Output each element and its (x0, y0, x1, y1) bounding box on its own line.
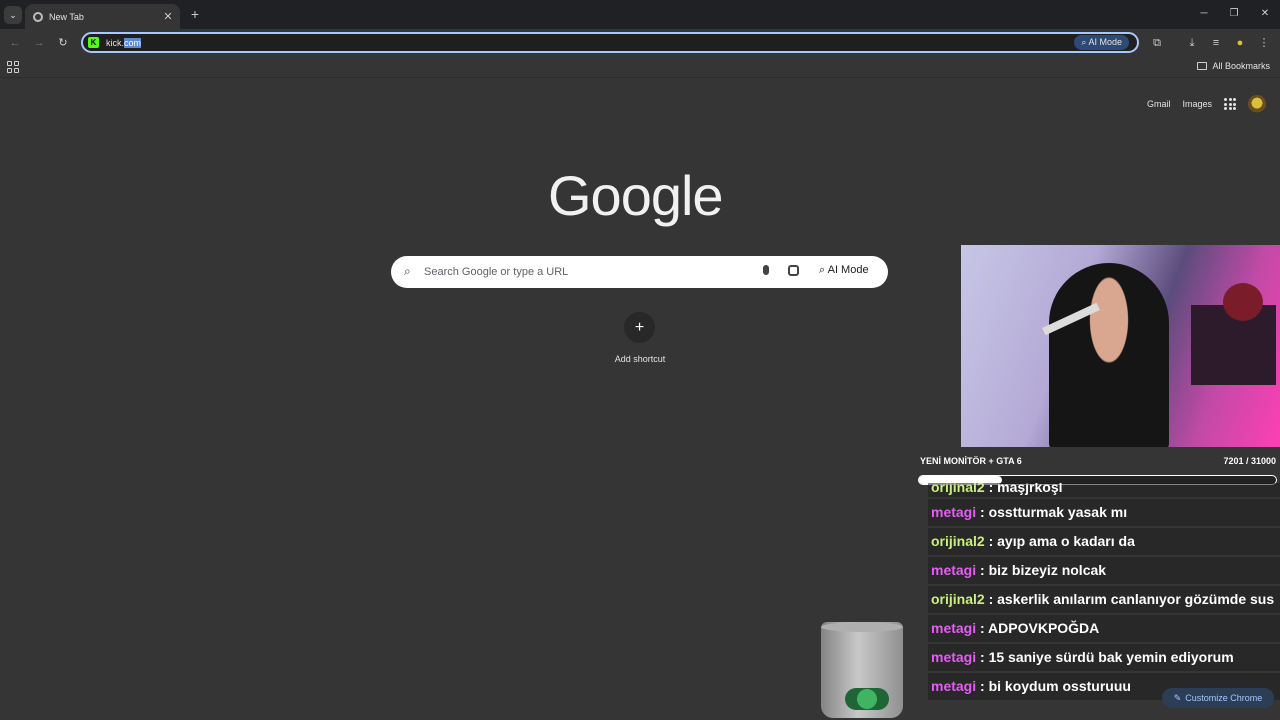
goal-title: YENİ MONİTÖR + GTA 6 (920, 456, 1022, 466)
bookmarks-bar: All Bookmarks (0, 57, 1280, 78)
chat-text: ayıp ama o kadarı da (997, 533, 1135, 549)
chat-username: metagi (931, 678, 977, 694)
webcam-feed (961, 245, 1280, 447)
restore-icon[interactable]: ❐ (1224, 6, 1244, 22)
chat-text: ADPOVKPOĞDA (988, 620, 1100, 636)
chat-username: metagi (931, 562, 977, 578)
chat-overlay: orijinal2 : maşjrkoşl metagi : osstturmak… (928, 483, 1280, 720)
kick-site-icon: K (88, 37, 99, 48)
chat-text: 15 saniye sürdü bak yemin ediyorum (988, 649, 1234, 665)
chat-username: orijinal2 (931, 533, 985, 549)
chat-message: metagi : ADPOVKPOĞDA (928, 615, 1280, 642)
voice-search-mic-icon[interactable] (763, 265, 769, 275)
chat-message: metagi : 15 saniye sürdü bak yemin ediyo… (928, 644, 1280, 671)
chat-text: biz bizeyiz nolcak (988, 562, 1107, 578)
chrome-favicon-icon (33, 11, 43, 22)
chat-username: metagi (931, 504, 977, 520)
forward-arrow-icon[interactable]: → (31, 35, 47, 51)
toolbar: ← → ↻ K kick.com ⌕ AI Mode ⧉ ⤓ ≡ ● ⋮ (0, 29, 1280, 57)
profile-avatar-icon[interactable]: ● (1232, 35, 1248, 51)
url-text[interactable]: kick.com (106, 37, 142, 49)
back-arrow-icon[interactable]: ← (7, 35, 23, 51)
ntp-search-box[interactable]: ⌕ Search Google or type a URL ⌕ AI Mode (391, 256, 888, 288)
add-shortcut-button[interactable]: + (624, 312, 655, 343)
google-logo: Google (548, 164, 724, 227)
account-avatar[interactable] (1248, 95, 1266, 113)
goal-count: 7201 / 31000 (1223, 456, 1276, 466)
search-icon: ⌕ (404, 264, 411, 278)
chat-message: metagi : osstturmak yasak mı (928, 499, 1280, 526)
chat-username: orijinal2 (931, 483, 985, 495)
address-bar[interactable]: K kick.com ⌕ AI Mode (81, 32, 1139, 53)
reload-icon[interactable]: ↻ (55, 35, 71, 51)
gmail-link[interactable]: Gmail (1147, 99, 1171, 109)
all-bookmarks-button[interactable]: All Bookmarks (1197, 61, 1270, 71)
chat-message: orijinal2 : askerlik anılarım canlanıyor… (928, 586, 1280, 613)
omnibox-ai-mode-button[interactable]: ⌕ AI Mode (1074, 35, 1129, 50)
chat-message: orijinal2 : ayıp ama o kadarı da (928, 528, 1280, 555)
tab-close-icon[interactable]: ✕ (161, 10, 175, 23)
chat-message: metagi : biz bizeyiz nolcak (928, 557, 1280, 584)
chat-message: orijinal2 : maşjrkoşl (928, 483, 1280, 497)
chat-text: osstturmak yasak mı (988, 504, 1128, 520)
chat-username: orijinal2 (931, 591, 985, 607)
more-menu-icon[interactable]: ⋮ (1256, 35, 1272, 51)
ntp-top-links: Gmail Images (1147, 95, 1266, 113)
media-queue-icon[interactable]: ≡ (1208, 35, 1224, 51)
chat-username: metagi (931, 649, 977, 665)
new-tab-plus-icon[interactable]: + (188, 6, 202, 22)
chat-text: bi koydum ossturuuu (988, 678, 1131, 694)
screen: ⌄ New Tab ✕ + ─ ❐ ✕ ← → ↻ K kick.com ⌕ A… (0, 0, 1280, 720)
google-apps-icon[interactable] (1224, 98, 1236, 110)
window-close-icon[interactable]: ✕ (1255, 6, 1275, 22)
tip-cup-image (821, 622, 903, 718)
apps-grid-icon[interactable] (7, 61, 19, 73)
tab-strip: ⌄ New Tab ✕ + ─ ❐ ✕ (0, 0, 1280, 29)
add-shortcut-label: Add shortcut (614, 354, 666, 364)
images-link[interactable]: Images (1182, 99, 1212, 109)
minimize-icon[interactable]: ─ (1194, 6, 1214, 22)
tab-search-chevron-icon[interactable]: ⌄ (4, 6, 22, 24)
chat-text: maşjrkoşl (997, 483, 1063, 495)
tab-new-tab[interactable]: New Tab ✕ (25, 4, 180, 29)
chat-text: askerlik anılarım canlanıyor gözümde sus (997, 591, 1275, 607)
search-ai-mode-button[interactable]: ⌕ AI Mode (819, 264, 869, 277)
tab-title: New Tab (49, 11, 84, 22)
pencil-icon: ✎ (1173, 692, 1182, 703)
search-placeholder: Search Google or type a URL (424, 266, 569, 278)
download-icon[interactable]: ⤓ (1184, 35, 1200, 51)
chat-username: metagi (931, 620, 977, 636)
customize-chrome-button[interactable]: ✎ Customize Chrome (1162, 688, 1274, 708)
extensions-puzzle-icon[interactable]: ⧉ (1149, 35, 1165, 51)
lens-camera-icon[interactable] (788, 265, 799, 276)
folder-icon (1197, 62, 1208, 70)
